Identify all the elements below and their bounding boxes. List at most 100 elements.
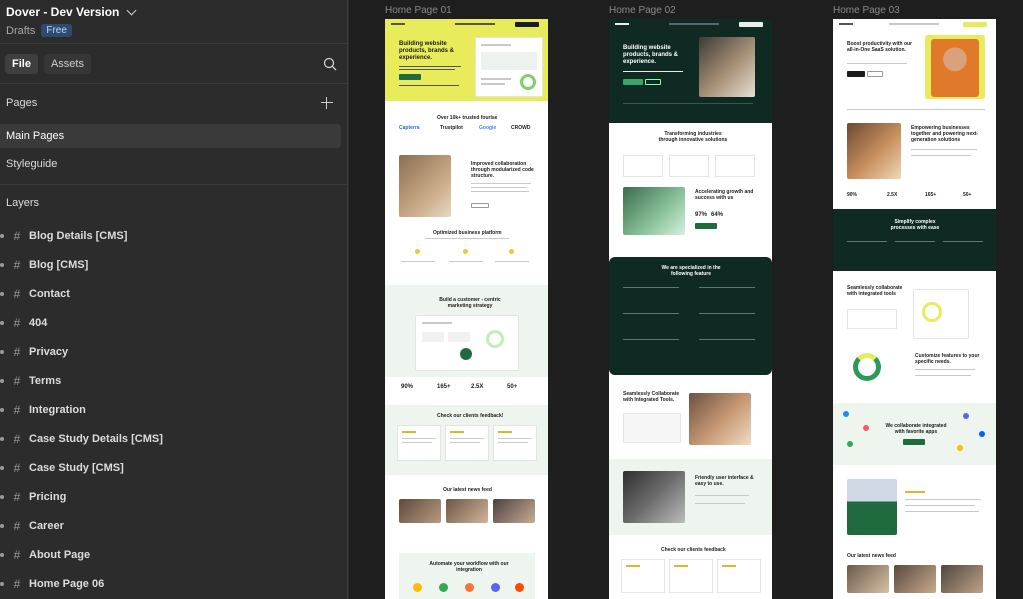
project-meta: Drafts Free [6,24,341,37]
layer-item[interactable]: #404 [0,308,347,337]
layers-header: Layers [0,185,347,221]
layer-item[interactable]: # Integration [0,395,347,424]
hero-section: Building website products, brands & expe… [385,19,548,101]
team-photo [689,393,751,445]
search-icon[interactable] [323,57,337,71]
frame-home-page-02[interactable]: Building website products, brands & expe… [609,19,772,599]
automate-section: Automate your workflow with our integrat… [399,553,535,599]
feedback-heading: Check our clients feedback! [437,413,504,419]
pages-header: Pages [0,84,347,122]
layer-item[interactable]: # Career [0,511,347,540]
expand-dot-icon[interactable] [0,233,4,238]
hero-heading: Boost productivity with our all-in-One S… [847,41,912,53]
frame-home-page-03[interactable]: Boost productivity with our all-in-One S… [833,19,996,599]
special-heading: We are specialized in the following feat… [661,265,721,277]
hero-heading: Building website products, brands & expe… [399,41,455,61]
expand-dot-icon[interactable] [0,494,4,499]
layer-item[interactable]: # Blog [CMS] [0,250,347,279]
simplify-heading: Simplify complex processes with ease [890,219,940,231]
feedback-heading: Check our clients feedback [661,547,726,553]
stat-value: 50+ [507,384,518,390]
page-item-label: Main Pages [6,130,65,142]
frame-home-page-01[interactable]: Building website products, brands & expe… [385,19,548,599]
layer-label: 404 [29,316,48,329]
expand-dot-icon[interactable] [0,407,4,412]
expand-dot-icon[interactable] [0,262,4,267]
expand-dot-icon[interactable] [0,523,4,528]
tab-file[interactable]: File [5,53,38,74]
app-window: Dover - Dev Version Drafts Free File Ass… [0,0,1023,599]
expand-dot-icon[interactable] [0,320,4,325]
frame-icon: # [13,460,21,475]
layer-item[interactable]: # Privacy [0,337,347,366]
empower-photo [847,123,901,179]
expand-dot-icon[interactable] [0,581,4,586]
layer-item[interactable]: # Case Study Details [CMS] [0,424,347,453]
plan-badge: Free [41,24,72,37]
stat-value: 2.5X [471,384,484,390]
seamless-heading: Seamlessly collaborate with integrated t… [847,285,903,297]
frame-icon: # [13,286,21,301]
layer-item[interactable]: # Terms [0,366,347,395]
drafts-label[interactable]: Drafts [6,25,35,37]
layer-item[interactable]: # Case Study [CMS] [0,453,347,482]
layer-item[interactable]: # About Page [0,540,347,569]
stat-value: 165+ [437,384,451,390]
page-item-styleguide[interactable]: Styleguide [0,152,341,176]
expand-dot-icon[interactable] [0,465,4,470]
expand-dot-icon[interactable] [0,552,4,557]
frame-icon: # [13,402,21,417]
trusted-heading: Over 10k+ trusted fourlse [437,115,498,121]
stat-value: 165+ [925,192,937,198]
frame-icon: # [13,431,21,446]
special-section: We are specialized in the following feat… [609,257,772,375]
add-page-icon[interactable] [321,97,333,109]
expand-dot-icon[interactable] [0,291,4,296]
stat-value: 64% [711,212,724,218]
collab-heading: Improved collaboration through modulariz… [471,161,534,179]
hero-photo [699,37,755,97]
donut-chart-icon [853,353,881,381]
automate-heading: Automate your workflow with our integrat… [429,561,509,573]
frame-label-home-03[interactable]: Home Page 03 [833,5,900,16]
layer-label: About Page [29,548,91,561]
layer-item[interactable]: # Pricing [0,482,347,511]
frame-icon: # [13,373,21,388]
design-canvas[interactable]: Home Page 01 Building website products, … [349,0,1023,599]
frame-label-home-01[interactable]: Home Page 01 [385,5,452,16]
accel-heading: Accelerating growth and success with us [695,189,754,201]
friendly-section: Friendly user interface & easy to use. [609,459,772,535]
layer-item[interactable]: # Home Page 06 [0,569,347,598]
pages-heading: Pages [6,97,38,109]
page-item-main-pages[interactable]: Main Pages [0,124,341,148]
layer-label: Home Page 06 [29,577,105,590]
project-switcher[interactable]: Dover - Dev Version [6,4,341,20]
layer-item[interactable]: # Blog Details [CMS] [0,221,347,250]
layer-label: Blog Details [CMS] [29,229,128,242]
project-header: Dover - Dev Version Drafts Free [0,0,347,44]
hero-photo-bg [925,35,985,99]
expand-dot-icon[interactable] [0,436,4,441]
tab-assets[interactable]: Assets [43,53,91,74]
collab-photo [399,155,451,217]
collaborate-section: We collaborate integrated with favorite … [833,403,996,465]
chevron-down-icon [126,5,137,15]
brand-capterra: Capterra [399,125,420,131]
expand-dot-icon[interactable] [0,349,4,354]
layer-label: Career [29,519,64,532]
layer-label: Contact [29,287,70,300]
sidebar-tabs: File Assets [0,44,347,84]
layer-label: Case Study Details [CMS] [29,432,163,445]
layers-heading: Layers [6,197,40,209]
seamless-heading: Seamlessly Collaborate with Integrated T… [623,391,680,403]
dashboard-mockup [475,37,543,97]
frame-icon: # [13,257,21,272]
layer-label: Pricing [29,490,67,503]
play-icon[interactable] [460,348,472,360]
layer-item[interactable]: # Contact [0,279,347,308]
expand-dot-icon[interactable] [0,378,4,383]
frame-label-home-02[interactable]: Home Page 02 [609,5,676,16]
brand-trustpilot: Trustpilot [440,125,463,131]
brand-crowd: CROWD [511,125,531,131]
frame-icon: # [13,228,21,243]
